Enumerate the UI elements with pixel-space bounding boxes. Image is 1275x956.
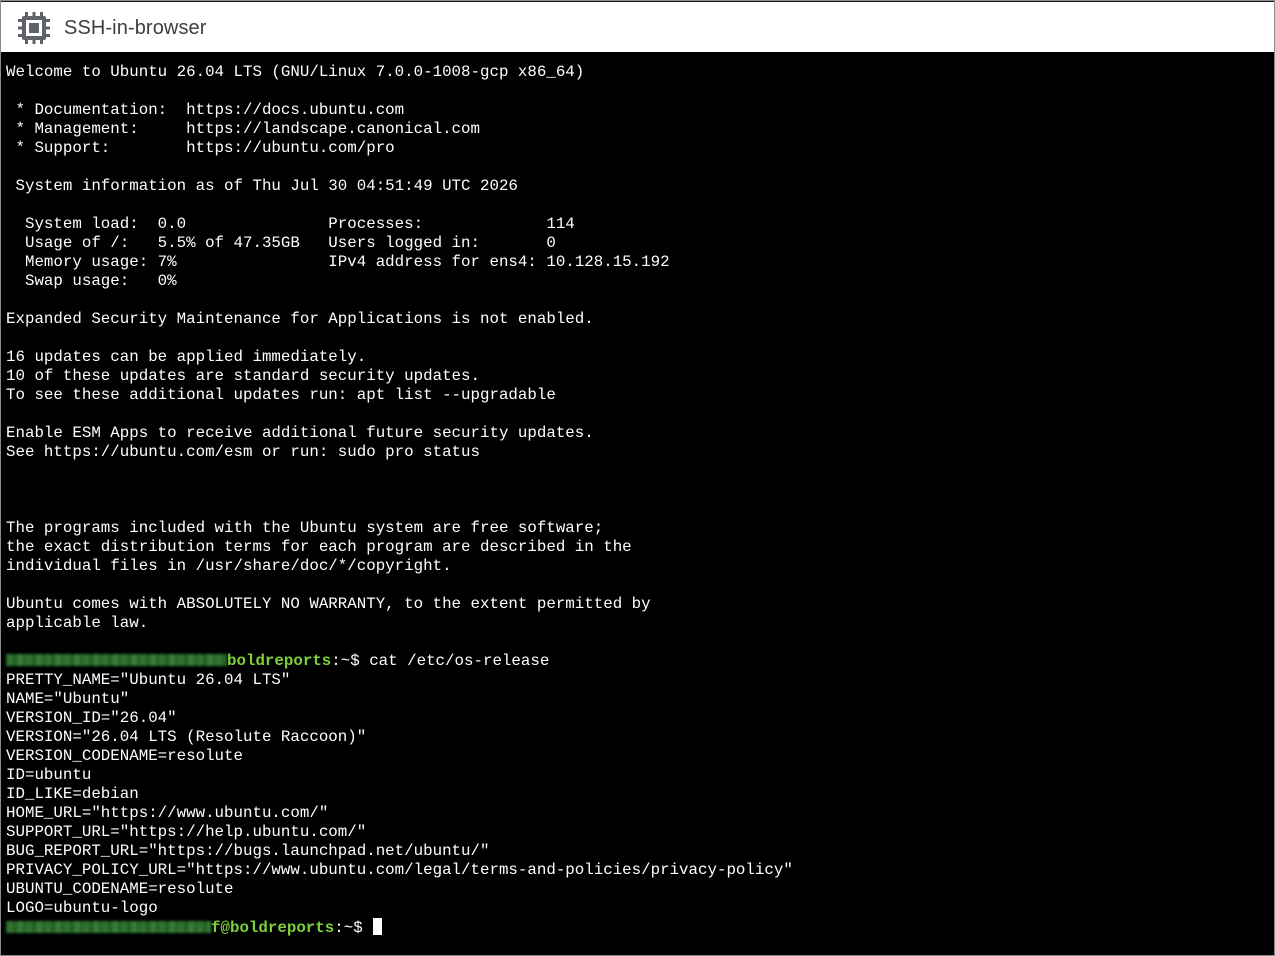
motd-line: * Management: https://landscape.canonica… [6, 120, 480, 138]
ssh-browser-window: SSH-in-browser Welcome to Ubuntu 26.04 L… [0, 0, 1275, 956]
motd-line: Ubuntu comes with ABSOLUTELY NO WARRANTY… [6, 595, 651, 613]
motd-line: Welcome to Ubuntu 26.04 LTS (GNU/Linux 7… [6, 63, 585, 81]
motd-line: Memory usage: 7% IPv4 address for ens4: … [6, 253, 670, 271]
output-line: UBUNTU_CODENAME=resolute [6, 880, 234, 898]
motd-line: System information as of Thu Jul 30 04:5… [6, 177, 518, 195]
output-line: SUPPORT_URL="https://help.ubuntu.com/" [6, 823, 367, 841]
motd-line: * Documentation: https://docs.ubuntu.com [6, 101, 405, 119]
terminal-output: Welcome to Ubuntu 26.04 LTS (GNU/Linux 7… [6, 63, 793, 937]
motd-line: the exact distribution terms for each pr… [6, 538, 632, 556]
output-line: NAME="Ubuntu" [6, 690, 130, 708]
motd-block: Welcome to Ubuntu 26.04 LTS (GNU/Linux 7… [6, 63, 793, 652]
motd-line: applicable law. [6, 614, 149, 632]
motd-line [6, 329, 793, 348]
prompt-host: boldreports [227, 652, 332, 670]
motd-line: Expanded Security Maintenance for Applic… [6, 310, 594, 328]
command-output: PRETTY_NAME="Ubuntu 26.04 LTS" NAME="Ubun… [6, 671, 793, 918]
prompt-path: :~$ [334, 919, 373, 937]
motd-line: * Support: https://ubuntu.com/pro [6, 139, 395, 157]
terminal[interactable]: Welcome to Ubuntu 26.04 LTS (GNU/Linux 7… [1, 52, 1274, 955]
output-line: BUG_REPORT_URL="https://bugs.launchpad.n… [6, 842, 490, 860]
motd-line [6, 481, 793, 500]
output-line: VERSION="26.04 LTS (Resolute Raccoon)" [6, 728, 367, 746]
prompt-line-active[interactable]: f@boldreports:~$ [6, 918, 793, 937]
output-line: VERSION_ID="26.04" [6, 709, 177, 727]
motd-line [6, 158, 793, 177]
command-text: cat /etc/os-release [369, 652, 550, 670]
motd-line [6, 82, 793, 101]
redacted-username [6, 654, 227, 666]
output-line: PRIVACY_POLICY_URL="https://www.ubuntu.c… [6, 861, 793, 879]
motd-line [6, 500, 793, 519]
output-line: VERSION_CODENAME=resolute [6, 747, 243, 765]
prompt-path: :~$ [331, 652, 370, 670]
output-line: PRETTY_NAME="Ubuntu 26.04 LTS" [6, 671, 291, 689]
output-line: ID_LIKE=debian [6, 785, 139, 803]
motd-line [6, 576, 793, 595]
motd-line [6, 462, 793, 481]
motd-line: 10 of these updates are standard securit… [6, 367, 480, 385]
output-line: HOME_URL="https://www.ubuntu.com/" [6, 804, 329, 822]
motd-line: Usage of /: 5.5% of 47.35GB Users logged… [6, 234, 556, 252]
motd-line [6, 291, 793, 310]
motd-line: Enable ESM Apps to receive additional fu… [6, 424, 594, 442]
window-title: SSH-in-browser [64, 17, 207, 39]
chip-icon [18, 12, 50, 44]
motd-line: Swap usage: 0% [6, 272, 177, 290]
motd-line: individual files in /usr/share/doc/*/cop… [6, 557, 452, 575]
output-line: ID=ubuntu [6, 766, 92, 784]
prompt-host: f@boldreports [211, 919, 335, 937]
redacted-username [6, 921, 211, 933]
motd-line: See https://ubuntu.com/esm or run: sudo … [6, 443, 480, 461]
motd-line: System load: 0.0 Processes: 114 [6, 215, 575, 233]
prompt-line: boldreports:~$ cat /etc/os-release [6, 652, 793, 671]
motd-line: 16 updates can be applied immediately. [6, 348, 367, 366]
motd-line [6, 633, 793, 652]
terminal-cursor [373, 918, 383, 935]
title-bar: SSH-in-browser [1, 1, 1274, 52]
motd-line [6, 405, 793, 424]
output-line: LOGO=ubuntu-logo [6, 899, 158, 917]
motd-line: The programs included with the Ubuntu sy… [6, 519, 604, 537]
motd-line [6, 196, 793, 215]
motd-line: To see these additional updates run: apt… [6, 386, 556, 404]
